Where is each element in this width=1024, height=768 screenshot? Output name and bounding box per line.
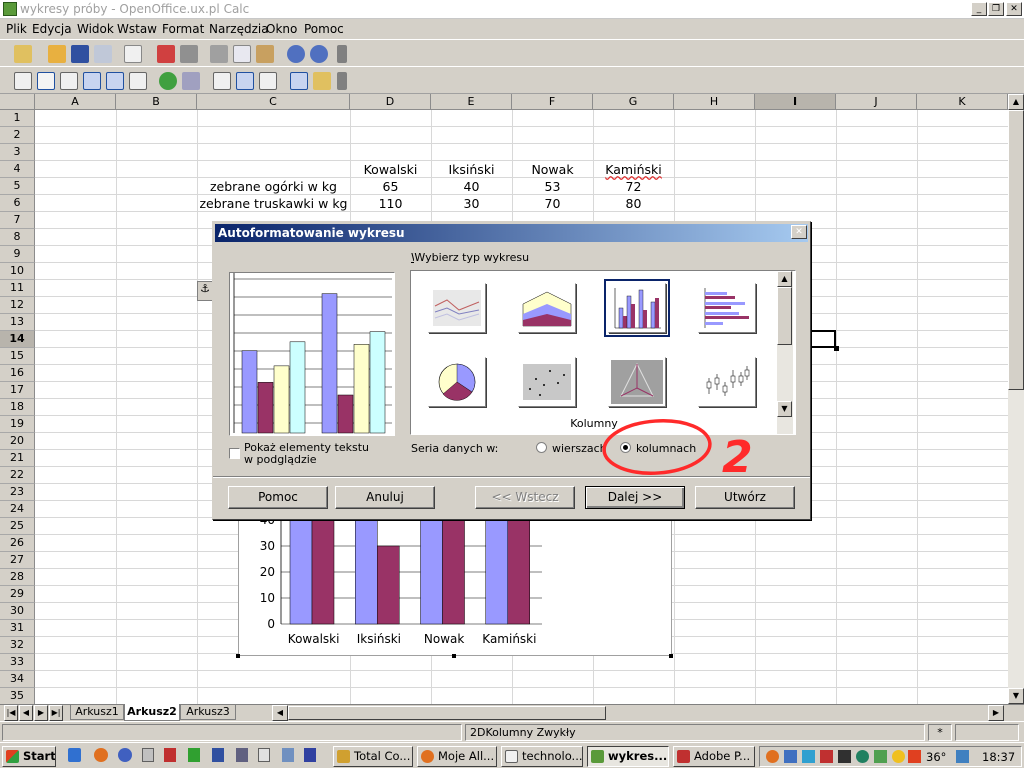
annotation-circle — [602, 419, 712, 475]
annotation-number: 2 — [722, 432, 753, 483]
annotation-overlay: 2 — [602, 419, 753, 483]
